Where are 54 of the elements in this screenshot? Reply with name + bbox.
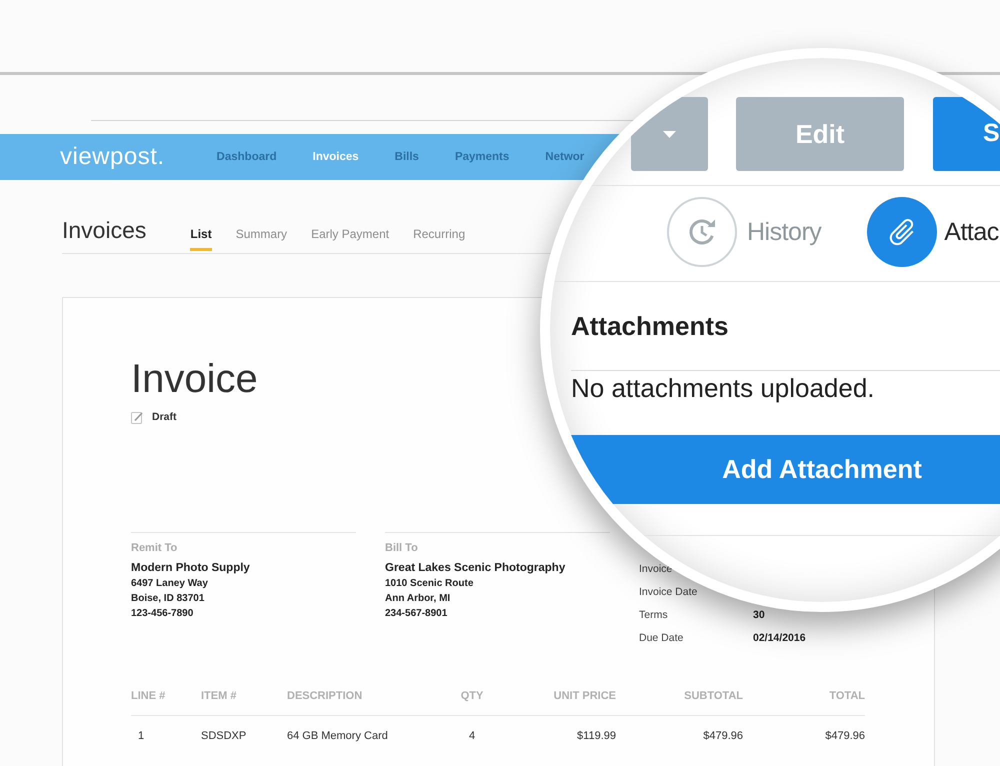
table-header: SUBTOTAL (683, 689, 743, 704)
nav-link[interactable]: Dashboard (216, 149, 277, 165)
phone-number: 234-567-8901 (385, 607, 448, 621)
table-header: TOTAL (828, 689, 865, 704)
dropdown-button[interactable] (631, 97, 708, 171)
detail-value: 30 (753, 608, 765, 622)
table-header: DESCRIPTION (287, 689, 364, 704)
edit-button[interactable]: Edit (736, 97, 904, 171)
table-header: QTY (460, 689, 484, 704)
detail-label: Terms (639, 608, 668, 620)
caret-icon (663, 130, 676, 138)
detail-label: Due Date (639, 632, 684, 644)
table-cell-text: $479.96 (824, 729, 865, 744)
address-line: Boise, ID 83701 (131, 592, 204, 606)
company-name: Modern Photo Supply (131, 561, 250, 576)
table-cell-text: 1 (137, 729, 146, 744)
pencil-icon (131, 410, 143, 424)
address-line: 1010 Scenic Route (385, 577, 474, 591)
logo[interactable]: viewpost. (60, 143, 165, 171)
nav-link[interactable]: Invoices (312, 149, 359, 165)
status-label: Draft (152, 410, 177, 424)
history-tab[interactable]: History (667, 197, 822, 267)
table-cell-text: 64 GB Memory Card (287, 729, 389, 744)
nav-link[interactable]: Payments (454, 149, 510, 165)
empty-message: No attachments uploaded. (571, 373, 875, 403)
tab[interactable]: Summary (236, 226, 288, 251)
section-label: Bill To (385, 541, 418, 556)
table-header: UNIT PRICE (552, 689, 616, 704)
address-line: Ann Arbor, MI (385, 592, 450, 606)
company-name: Great Lakes Scenic Photography (385, 561, 566, 576)
detail-label: Invoice (639, 562, 672, 574)
address-line: 6497 Laney Way (131, 577, 208, 591)
page-title: Invoices (62, 216, 146, 244)
invoice-title: Invoice (131, 356, 258, 403)
attachments-tab[interactable]: Attac (867, 197, 999, 267)
detail-label: Invoice Date (639, 586, 698, 598)
table-header: ITEM # (201, 689, 238, 704)
detail-value: 02/14/2016 (753, 630, 806, 644)
section-label: Remit To (131, 541, 178, 556)
tab[interactable]: List (190, 226, 212, 251)
table-header: LINE # (131, 689, 166, 704)
tab[interactable]: Recurring (413, 226, 466, 251)
nav-link[interactable]: Bills (394, 149, 419, 165)
phone-number: 123-456-7890 (131, 607, 194, 621)
paperclip-icon (867, 197, 938, 267)
table-cell-text: $479.96 (702, 729, 743, 744)
table-cell-text: $119.99 (576, 729, 616, 744)
section-heading: Attachments (571, 311, 728, 341)
tab[interactable]: Early Payment (311, 226, 390, 251)
add-attachment-button[interactable]: Add Attachment (571, 435, 1000, 504)
action-button[interactable]: S (933, 97, 1000, 171)
table-cell-text: 4 (468, 729, 476, 744)
history-icon (667, 197, 737, 267)
table-cell-text: SDSDXP (201, 729, 248, 744)
